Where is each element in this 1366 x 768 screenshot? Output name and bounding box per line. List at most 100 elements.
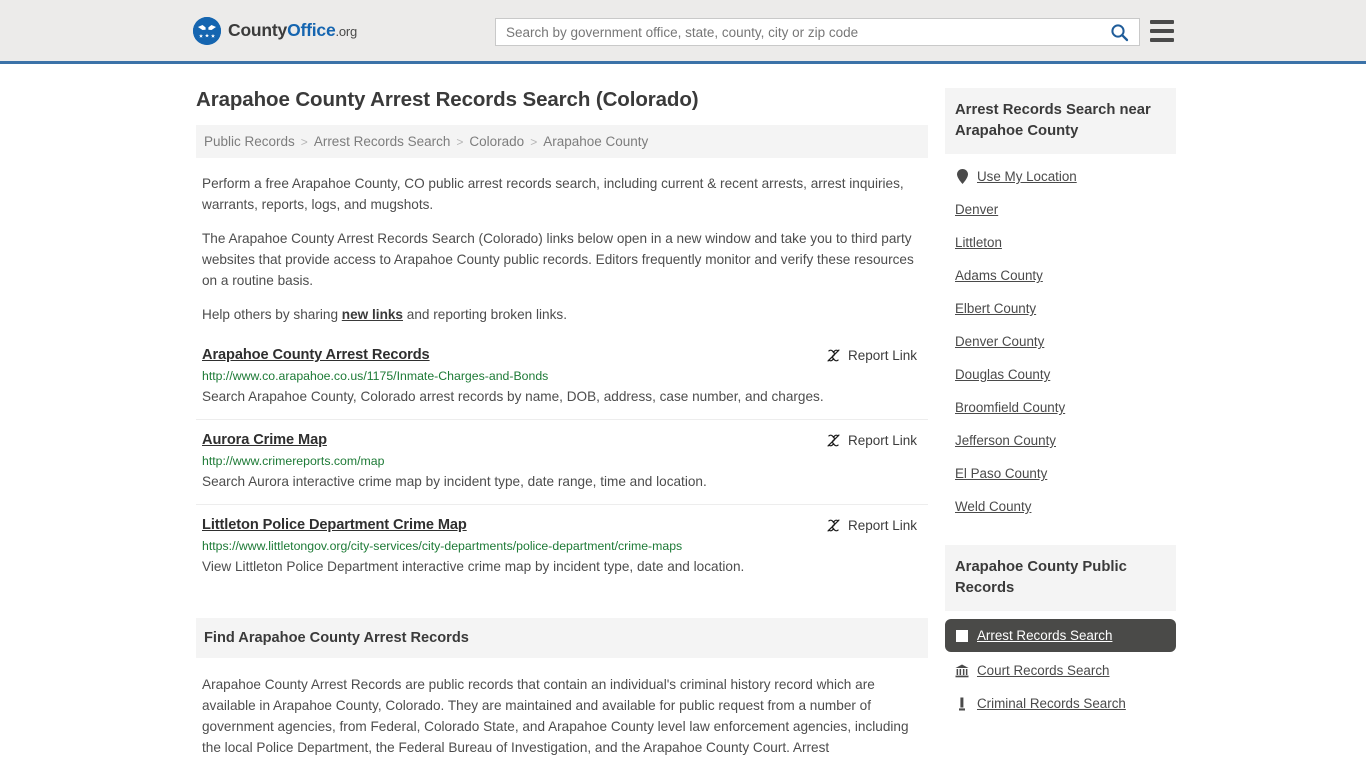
broken-link-icon — [827, 349, 840, 362]
result-title-link[interactable]: Littleton Police Department Crime Map — [202, 517, 467, 533]
public-records-panel: Arapahoe County Public Records Arrest Re… — [945, 545, 1176, 720]
sidebar-item-denver-county[interactable]: Denver County — [945, 325, 1176, 358]
hamburger-menu-icon[interactable] — [1150, 20, 1174, 42]
broken-link-icon — [827, 434, 840, 447]
page-title: Arapahoe County Arrest Records Search (C… — [196, 88, 699, 111]
eagle-seal-icon — [193, 16, 221, 45]
result-description: View Littleton Police Department interac… — [202, 559, 745, 575]
result-title-link[interactable]: Aurora Crime Map — [202, 432, 327, 448]
sidebar-item-label[interactable]: Douglas County — [955, 367, 1050, 382]
new-links-link[interactable]: new links — [342, 307, 403, 322]
logo-text-county: County — [228, 20, 288, 40]
nearby-panel-heading: Arrest Records Search near Arapahoe Coun… — [945, 88, 1176, 154]
intro-paragraph-3: Help others by sharing new links and rep… — [202, 305, 922, 326]
result-header: Aurora Crime Map Report Link — [202, 432, 922, 448]
result-list: Arapahoe County Arrest Records Report Li… — [196, 347, 928, 589]
report-link-button[interactable]: Report Link — [826, 517, 917, 533]
breadcrumb-separator: > — [530, 134, 538, 149]
search-bar[interactable] — [495, 18, 1140, 46]
page-body: Arapahoe County Arrest Records Search (C… — [0, 64, 1366, 758]
find-records-paragraph: Arapahoe County Arrest Records are publi… — [202, 677, 909, 756]
find-records-heading: Find Arapahoe County Arrest Records — [196, 618, 928, 659]
intro-p3-after: and reporting broken links. — [403, 307, 567, 323]
sidebar-item-douglas-county[interactable]: Douglas County — [945, 358, 1176, 391]
report-link-label: Report Link — [847, 518, 917, 534]
sidebar-item-label[interactable]: Criminal Records Search — [977, 696, 1126, 711]
sidebar-item-label[interactable]: El Paso County — [955, 466, 1047, 481]
nearby-list: Use My Location Denver Littleton Adams C… — [945, 154, 1176, 523]
square-icon — [955, 628, 969, 643]
result-url-link[interactable]: http://www.crimereports.com/map — [202, 454, 922, 468]
sidebar-item-label[interactable]: Jefferson County — [955, 433, 1056, 448]
sidebar-item-label[interactable]: Adams County — [955, 268, 1043, 283]
sidebar-item-label[interactable]: Denver — [955, 202, 998, 217]
breadcrumb-item-colorado[interactable]: Colorado — [469, 134, 524, 149]
sidebar-item-label[interactable]: Denver County — [955, 334, 1044, 349]
sidebar-item-label[interactable]: Arrest Records Search — [977, 628, 1112, 643]
result-header: Arapahoe County Arrest Records Report Li… — [202, 347, 922, 363]
sidebar-item-label[interactable]: Broomfield County — [955, 400, 1065, 415]
result-item: Aurora Crime Map Report Link http://www.… — [196, 432, 928, 506]
find-records-body: Arapahoe County Arrest Records are publi… — [196, 674, 928, 758]
breadcrumb-item-arapahoe-county[interactable]: Arapahoe County — [543, 134, 648, 149]
sidebar-item-arrest-records-search[interactable]: Arrest Records Search — [945, 619, 1176, 652]
report-link-label: Report Link — [847, 433, 917, 448]
result-url-link[interactable]: http://www.co.arapahoe.co.us/1175/Inmate… — [202, 369, 922, 383]
result-description: Search Aurora interactive crime map by i… — [202, 474, 707, 489]
site-header: CountyOffice.org — [0, 0, 1366, 64]
search-icon — [1111, 23, 1129, 41]
breadcrumb-item-arrest-records-search[interactable]: Arrest Records Search — [314, 134, 451, 149]
breadcrumb-separator: > — [300, 134, 308, 149]
sidebar: Arrest Records Search near Arapahoe Coun… — [945, 64, 1176, 720]
sidebar-item-label[interactable]: Court Records Search — [977, 663, 1109, 678]
result-header: Littleton Police Department Crime Map Re… — [202, 517, 922, 533]
sidebar-item-court-records-search[interactable]: Court Records Search — [945, 654, 1176, 687]
search-input[interactable] — [496, 19, 1106, 45]
intro-paragraph-1: Perform a free Arapahoe County, CO publi… — [202, 176, 904, 212]
sidebar-item-weld-county[interactable]: Weld County — [945, 490, 1176, 523]
hamburger-bar — [1150, 20, 1174, 24]
broken-link-icon — [827, 519, 840, 532]
sidebar-item-label[interactable]: Littleton — [955, 235, 1002, 250]
result-item: Arapahoe County Arrest Records Report Li… — [196, 347, 928, 420]
report-link-button[interactable]: Report Link — [826, 347, 917, 363]
sidebar-item-littleton[interactable]: Littleton — [945, 226, 1176, 259]
breadcrumb: Public Records > Arrest Records Search >… — [196, 125, 928, 158]
gavel-icon — [955, 696, 969, 711]
sidebar-item-elbert-county[interactable]: Elbert County — [945, 292, 1176, 325]
intro-p3-before: Help others by sharing — [202, 307, 342, 323]
sidebar-item-label[interactable]: Use My Location — [977, 169, 1077, 184]
search-button[interactable] — [1106, 23, 1139, 42]
main-content: Arapahoe County Arrest Records Search (C… — [196, 64, 928, 758]
nearby-panel: Arrest Records Search near Arapahoe Coun… — [945, 88, 1176, 523]
sidebar-item-criminal-records-search[interactable]: Criminal Records Search — [945, 687, 1176, 720]
result-item: Littleton Police Department Crime Map Re… — [196, 517, 928, 589]
hamburger-bar — [1150, 38, 1174, 42]
logo-text-org: .org — [335, 24, 358, 39]
breadcrumb-item-public-records[interactable]: Public Records — [204, 134, 295, 149]
logo-text: CountyOffice.org — [228, 20, 357, 41]
sidebar-item-denver[interactable]: Denver — [945, 193, 1176, 226]
site-logo[interactable]: CountyOffice.org — [193, 16, 357, 45]
public-records-heading: Arapahoe County Public Records — [945, 545, 1176, 611]
sidebar-item-el-paso-county[interactable]: El Paso County — [945, 457, 1176, 490]
sidebar-item-adams-county[interactable]: Adams County — [945, 259, 1176, 292]
report-link-button[interactable]: Report Link — [826, 432, 917, 448]
public-records-list: Arrest Records Search Court Records Sear… — [945, 611, 1176, 720]
intro-section: Perform a free Arapahoe County, CO publi… — [196, 174, 928, 326]
result-title-link[interactable]: Arapahoe County Arrest Records — [202, 347, 430, 363]
courthouse-icon — [955, 663, 969, 678]
find-records-section: Find Arapahoe County Arrest Records Arap… — [196, 618, 928, 758]
report-link-label: Report Link — [847, 347, 917, 363]
sidebar-item-jefferson-county[interactable]: Jefferson County — [945, 424, 1176, 457]
result-description: Search Arapahoe County, Colorado arrest … — [202, 388, 824, 404]
result-url-link[interactable]: https://www.littletongov.org/city-servic… — [202, 539, 922, 553]
intro-paragraph-2: The Arapahoe County Arrest Records Searc… — [202, 231, 914, 288]
logo-text-office: Office — [287, 20, 336, 40]
map-pin-icon — [955, 169, 969, 184]
sidebar-item-broomfield-county[interactable]: Broomfield County — [945, 391, 1176, 424]
sidebar-item-use-my-location[interactable]: Use My Location — [945, 160, 1176, 193]
sidebar-item-label[interactable]: Elbert County — [955, 301, 1036, 316]
hamburger-bar — [1150, 29, 1174, 33]
sidebar-item-label[interactable]: Weld County — [955, 499, 1031, 514]
